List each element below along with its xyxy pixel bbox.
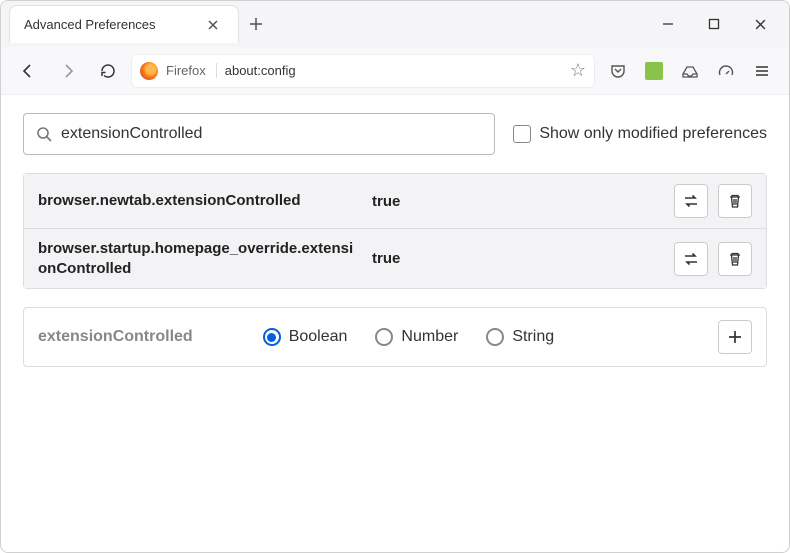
type-label: String xyxy=(512,328,554,346)
delete-button[interactable] xyxy=(718,184,752,218)
url-bar[interactable]: Firefox about:config ☆ xyxy=(131,54,595,88)
toggle-button[interactable] xyxy=(674,184,708,218)
type-option-boolean[interactable]: Boolean xyxy=(263,328,348,346)
pref-row[interactable]: browser.startup.homepage_override.extens… xyxy=(24,229,766,288)
pref-value: true xyxy=(372,250,660,267)
browser-tab[interactable]: Advanced Preferences xyxy=(9,5,239,43)
pref-name: browser.startup.homepage_override.extens… xyxy=(38,239,358,278)
close-tab-icon[interactable] xyxy=(198,10,228,40)
aboutconfig-content: Show only modified preferences browser.n… xyxy=(1,95,789,552)
new-pref-row: extensionControlled Boolean Number Strin… xyxy=(23,307,767,367)
back-button[interactable] xyxy=(11,54,45,88)
new-tab-button[interactable] xyxy=(241,9,271,39)
delete-button[interactable] xyxy=(718,242,752,276)
url-text[interactable]: about:config xyxy=(225,63,562,78)
firefox-logo-icon xyxy=(140,62,158,80)
pref-actions xyxy=(674,184,752,218)
search-icon xyxy=(36,126,53,143)
checkbox-icon[interactable] xyxy=(513,125,531,143)
pref-name: browser.newtab.extensionControlled xyxy=(38,191,358,211)
tab-title: Advanced Preferences xyxy=(24,17,190,32)
extension-icon[interactable] xyxy=(637,54,671,88)
forward-button[interactable] xyxy=(51,54,85,88)
new-pref-name: extensionControlled xyxy=(38,328,193,346)
pref-actions xyxy=(674,242,752,276)
modified-only-toggle[interactable]: Show only modified preferences xyxy=(513,125,767,143)
type-option-number[interactable]: Number xyxy=(375,328,458,346)
search-box[interactable] xyxy=(23,113,495,155)
close-window-button[interactable] xyxy=(737,4,783,44)
toggle-button[interactable] xyxy=(674,242,708,276)
reload-button[interactable] xyxy=(91,54,125,88)
pref-value: true xyxy=(372,193,660,210)
pocket-icon[interactable] xyxy=(601,54,635,88)
window-controls xyxy=(645,4,789,44)
add-pref-button[interactable] xyxy=(718,320,752,354)
browser-window: Advanced Preferences xyxy=(0,0,790,553)
type-label: Boolean xyxy=(289,328,348,346)
modified-only-label: Show only modified preferences xyxy=(539,125,767,143)
gauge-icon[interactable] xyxy=(709,54,743,88)
search-input[interactable] xyxy=(61,125,482,143)
bookmark-star-icon[interactable]: ☆ xyxy=(570,60,586,81)
inbox-icon[interactable] xyxy=(673,54,707,88)
radio-icon[interactable] xyxy=(263,328,281,346)
minimize-button[interactable] xyxy=(645,4,691,44)
radio-icon[interactable] xyxy=(375,328,393,346)
identity-label: Firefox xyxy=(166,63,217,78)
menu-button[interactable] xyxy=(745,54,779,88)
pref-row[interactable]: browser.newtab.extensionControlled true xyxy=(24,174,766,229)
pref-list: browser.newtab.extensionControlled true … xyxy=(23,173,767,289)
titlebar: Advanced Preferences xyxy=(1,1,789,47)
radio-icon[interactable] xyxy=(486,328,504,346)
type-label: Number xyxy=(401,328,458,346)
nav-toolbar: Firefox about:config ☆ xyxy=(1,47,789,95)
search-row: Show only modified preferences xyxy=(23,113,767,155)
type-radio-group: Boolean Number String xyxy=(263,328,698,346)
type-option-string[interactable]: String xyxy=(486,328,554,346)
maximize-button[interactable] xyxy=(691,4,737,44)
toolbar-icons xyxy=(601,54,779,88)
